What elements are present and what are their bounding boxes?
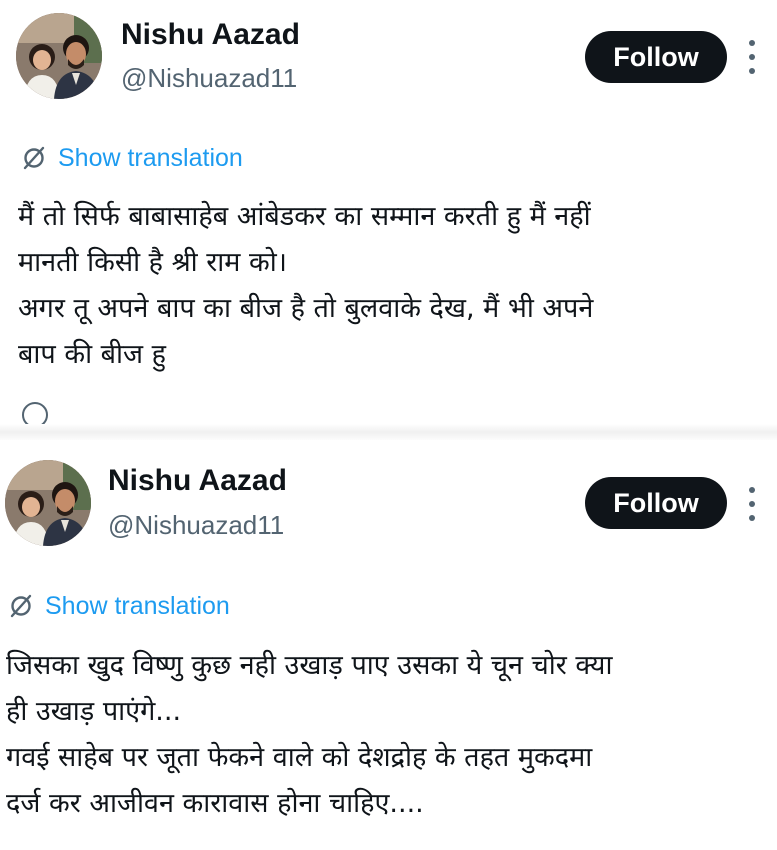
avatar-photo — [16, 13, 102, 99]
show-translation-link[interactable]: Show translation — [8, 591, 230, 621]
tweet-text-line: बाप की बीज हु — [18, 339, 167, 370]
globe-slash-icon — [21, 145, 47, 171]
avatar-photo — [5, 460, 91, 546]
tweet-text-line: जिसका खुद विष्णु कुछ नही उखाड़ पाए उसका … — [6, 650, 613, 681]
tweet-card: Nishu Aazad @Nishuazad11 Follow Show tra… — [0, 0, 777, 432]
tweet-text-line: अगर तू अपने बाप का बीज है तो बुलवाके देख… — [18, 293, 594, 324]
author-avatar[interactable] — [16, 13, 102, 99]
author-name[interactable]: Nishu Aazad — [121, 18, 300, 52]
tweet-text-line: गवई साहेब पर जूता फेकने वाले को देशद्रोह… — [6, 742, 593, 773]
tweet-text: जिसका खुद विष्णु कुछ नही उखाड़ पाए उसका … — [6, 643, 612, 827]
tweet-text: मैं तो सिर्फ बाबासाहेब आंबेडकर का सम्मान… — [18, 194, 593, 378]
tweet-text-line: मैं तो सिर्फ बाबासाहेब आंबेडकर का सम्मान… — [18, 201, 591, 232]
follow-button[interactable]: Follow — [585, 31, 727, 83]
show-translation-label: Show translation — [58, 144, 243, 172]
more-vertical-icon[interactable] — [745, 487, 759, 521]
author-handle[interactable]: @Nishuazad11 — [108, 510, 284, 540]
follow-button[interactable]: Follow — [585, 477, 727, 529]
show-translation-link[interactable]: Show translation — [21, 143, 243, 173]
globe-slash-icon — [8, 593, 34, 619]
tweet-text-line: ही उखाड़ पाएंगे... — [6, 696, 182, 727]
author-handle[interactable]: @Nishuazad11 — [121, 63, 297, 93]
author-avatar[interactable] — [5, 460, 91, 546]
tweet-text-line: दर्ज कर आजीवन कारावास होना चाहिए.... — [6, 788, 424, 819]
tweet-card: Nishu Aazad @Nishuazad11 Follow Show tra… — [0, 440, 777, 850]
author-name[interactable]: Nishu Aazad — [108, 464, 287, 498]
more-vertical-icon[interactable] — [745, 40, 759, 74]
tweet-text-line: मानती किसी है श्री राम को। — [18, 247, 287, 278]
show-translation-label: Show translation — [45, 592, 230, 620]
